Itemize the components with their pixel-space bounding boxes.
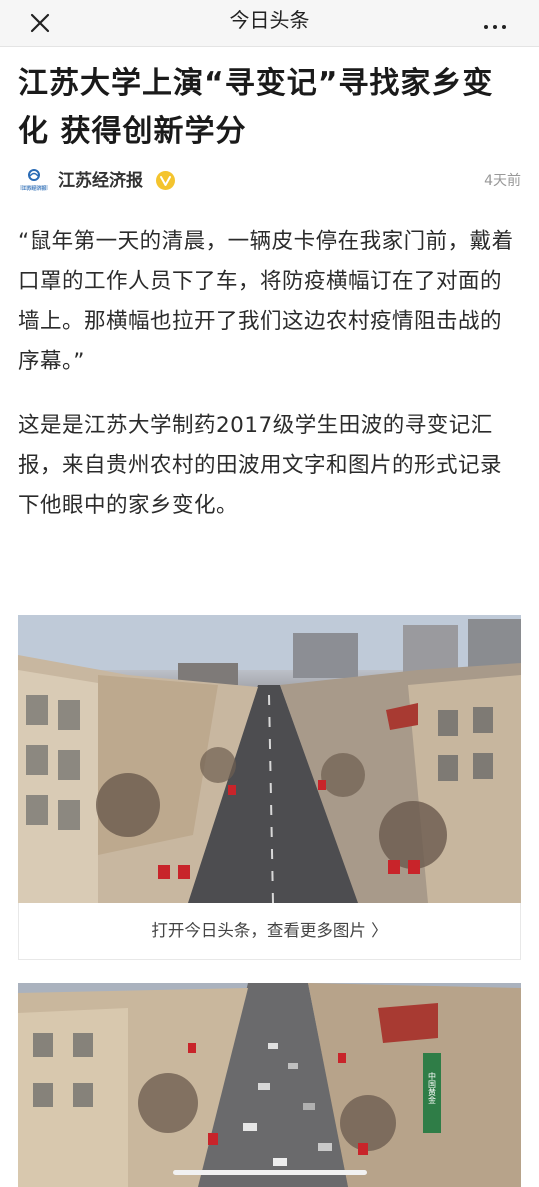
top-bar: 今日头条	[0, 0, 539, 47]
street-traffic-image: 中国黄金	[18, 983, 521, 1187]
bank-sign-text: 中国黄金	[428, 1071, 437, 1104]
street-aerial-image	[18, 615, 521, 903]
more-button[interactable]	[477, 5, 513, 41]
more-icon	[482, 14, 509, 33]
home-indicator[interactable]	[173, 1170, 367, 1175]
publish-time: 4天前	[484, 173, 521, 189]
more-images-label[interactable]: 打开今日头条，查看更多图片 〉	[19, 903, 520, 959]
more-images-link[interactable]: 打开今日头条，查看更多图片 〉	[18, 903, 521, 960]
source-name[interactable]: 江苏经济报	[58, 166, 143, 196]
source-logo-text: 江苏经济报	[21, 185, 46, 192]
app-title: 今日头条	[229, 8, 310, 32]
article-photo[interactable]	[18, 615, 521, 903]
verified-badge-icon	[156, 171, 175, 190]
source-logo-icon: 江苏经济报	[20, 169, 48, 192]
article-paragraph: “鼠年第一天的清晨，一辆皮卡停在我家门前，戴着口罩的工作人员下了车，将防疫横幅订…	[18, 229, 514, 374]
article-headline: 江苏大学上演“寻变记”寻找家乡变化 获得创新学分	[18, 66, 494, 149]
source-row[interactable]: 江苏经济报 江苏经济报 4天前	[18, 166, 521, 196]
article-photo[interactable]: 中国黄金	[18, 983, 521, 1187]
article-paragraph: 这是是江苏大学制药2017级学生田波的寻变记汇报，来自贵州农村的田波用文字和图片…	[18, 413, 503, 518]
